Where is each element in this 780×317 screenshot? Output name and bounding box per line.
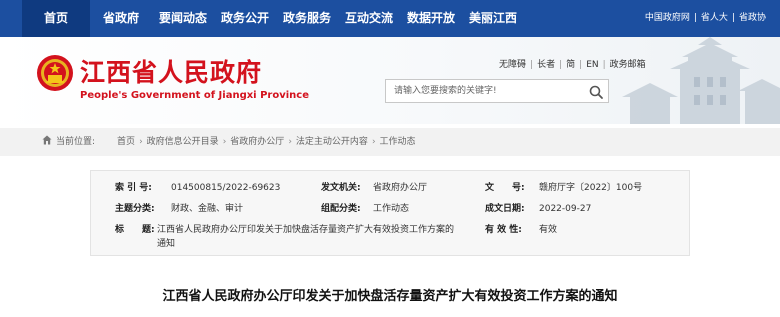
link-government-mailbox[interactable]: 政务邮箱 (610, 60, 646, 70)
document-number-value: 赣府厅字〔2022〕100号 (539, 183, 643, 193)
article-title: 江西省人民政府办公厅印发关于加快盘活存量资产扩大有效投资工作方案的通知 (162, 289, 618, 304)
document-number-label: 文 号: (485, 183, 525, 193)
site-search-box (385, 79, 609, 103)
nav-item-government-services[interactable]: 政务服务 (276, 0, 338, 37)
divider: | (693, 13, 697, 23)
title-value: 江西省人民政府办公厅印发关于加快盘活存量资产扩大有效投资工作方案的 (157, 225, 455, 235)
issuer-value: 省政府办公厅 (373, 183, 428, 193)
validity-label: 有 效 性: (485, 225, 522, 235)
home-icon (42, 135, 52, 145)
divider: | (579, 60, 583, 70)
chevron-right-icon: › (371, 137, 376, 147)
meta-row: 标 题: 江西省人民政府办公厅印发关于加快盘活存量资产扩大有效投资工作方案的 有… (91, 223, 691, 237)
pavilion-skyline-illustration (622, 37, 780, 124)
divider: | (530, 60, 534, 70)
link-china-government[interactable]: 中国政府网 (645, 13, 690, 23)
title-value-line-2: 通知 (157, 239, 176, 249)
subject-category-label: 主题分类: (115, 204, 155, 214)
issuer-label: 发文机关: (321, 183, 361, 193)
meta-row: 索 引 号: 014500815/2022-69623 发文机关: 省政府办公厅… (91, 181, 691, 195)
chevron-right-icon: › (139, 137, 143, 147)
breadcrumb-label: 当前位置: (56, 137, 96, 147)
divider: | (559, 60, 563, 70)
national-emblem-icon (37, 55, 73, 91)
link-elderly-mode[interactable]: 长者 (537, 60, 555, 70)
assembly-category-value: 工作动态 (373, 204, 410, 214)
link-english[interactable]: EN (586, 60, 598, 70)
chevron-right-icon: › (288, 137, 292, 147)
nav-item-government-affairs-disclosure[interactable]: 政务公开 (214, 0, 276, 37)
title-label: 标 题: (115, 225, 155, 235)
meta-row: 主题分类: 财政、金融、审计 组配分类: 工作动态 成文日期: 2022-09-… (91, 202, 691, 216)
accessibility-links: 无障碍 | 长者 | 简 | EN | 政务邮箱 (499, 57, 646, 70)
index-number-value: 014500815/2022-69623 (171, 183, 281, 193)
nav-item-news[interactable]: 要闻动态 (152, 0, 214, 37)
breadcrumb-statutory-content[interactable]: 法定主动公开内容 (296, 137, 368, 147)
index-number-label: 索 引 号: (115, 183, 152, 193)
divider: | (602, 60, 606, 70)
link-provincial-congress[interactable]: 省人大 (701, 13, 728, 23)
breadcrumb: 当前位置: 首页 › 政府信息公开目录 › 省政府办公厅 › 法定主动公开内容 › 工作动态 (42, 128, 416, 156)
top-right-links: 中国政府网 | 省人大 | 省政协 (645, 0, 766, 37)
breadcrumb-disclosure-catalog[interactable]: 政府信息公开目录 (147, 137, 219, 147)
subject-category-value: 财政、金融、审计 (171, 204, 244, 214)
divider: | (731, 13, 735, 23)
search-input[interactable] (386, 80, 582, 102)
written-date-label: 成文日期: (485, 204, 525, 214)
nav-item-beautiful-jiangxi[interactable]: 美丽江西 (462, 0, 524, 37)
search-icon[interactable] (588, 84, 604, 100)
document-metadata-table: 索 引 号: 014500815/2022-69623 发文机关: 省政府办公厅… (90, 170, 690, 256)
written-date-value: 2022-09-27 (539, 204, 592, 214)
nav-item-open-data[interactable]: 数据开放 (400, 0, 462, 37)
breadcrumb-general-office[interactable]: 省政府办公厅 (230, 137, 284, 147)
breadcrumb-bar: 当前位置: 首页 › 政府信息公开目录 › 省政府办公厅 › 法定主动公开内容 › 工作动态 (0, 128, 780, 156)
breadcrumb-work-news[interactable]: 工作动态 (380, 137, 416, 147)
nav-item-provincial-government[interactable]: 省政府 (90, 0, 152, 37)
assembly-category-label: 组配分类: (321, 204, 361, 214)
validity-value: 有效 (539, 225, 558, 235)
nav-item-home[interactable]: 首页 (22, 0, 90, 37)
chevron-right-icon: › (222, 137, 227, 147)
link-provincial-cppcc[interactable]: 省政协 (739, 13, 766, 23)
site-title[interactable]: 江西省人民政府 (80, 53, 262, 89)
breadcrumb-home[interactable]: 首页 (117, 137, 135, 147)
nav-item-interaction[interactable]: 互动交流 (338, 0, 400, 37)
link-accessibility[interactable]: 无障碍 (499, 60, 526, 70)
link-simplified-chinese[interactable]: 简 (566, 60, 575, 70)
top-navigation-bar: 首页 省政府 要闻动态 政务公开 政务服务 互动交流 数据开放 美丽江西 中国政… (0, 0, 780, 37)
site-header-banner: 江西省人民政府 People's Government of Jiangxi P… (0, 37, 780, 124)
site-subtitle: People's Government of Jiangxi Province (80, 90, 309, 101)
